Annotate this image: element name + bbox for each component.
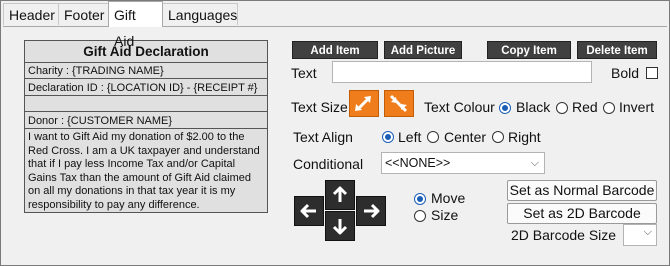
window: Header Footer Gift Aid Languages Gift Ai… — [0, 0, 670, 266]
mode-move-label[interactable]: Move — [431, 190, 465, 206]
preview-title[interactable]: Gift Aid Declaration — [25, 41, 267, 63]
colour-red-radio[interactable] — [556, 102, 568, 114]
preview-blank-line[interactable] — [25, 97, 267, 112]
mode-move-radio[interactable] — [414, 193, 426, 205]
decrease-text-size-button[interactable] — [384, 90, 414, 117]
colour-black-radio[interactable] — [499, 102, 511, 114]
bold-checkbox[interactable] — [646, 67, 658, 79]
mode-size-radio[interactable] — [414, 210, 426, 222]
conditional-select-value: <<NONE>> — [385, 156, 451, 170]
preview-declaration-line[interactable]: Declaration ID : {LOCATION ID} - {RECEIP… — [25, 80, 267, 96]
gift-aid-panel: Gift Aid Declaration Charity : {TRADING … — [3, 26, 667, 264]
arrow-down-icon — [332, 219, 348, 235]
tab-bar: Header Footer Gift Aid Languages — [1, 1, 669, 49]
preview-donor-line[interactable]: Donor : {CUSTOMER NAME} — [25, 113, 267, 129]
text-colour-label: Text Colour — [424, 99, 495, 115]
colour-red-label[interactable]: Red — [572, 99, 598, 115]
increase-size-icon — [355, 96, 371, 111]
align-right-label[interactable]: Right — [508, 129, 541, 145]
arrow-left-icon — [300, 203, 316, 219]
tab-gift-aid[interactable]: Gift Aid — [108, 1, 163, 49]
colour-black-label[interactable]: Black — [516, 99, 550, 115]
align-right-radio[interactable] — [492, 131, 504, 143]
arrow-right-icon — [364, 203, 380, 219]
colour-invert-radio[interactable] — [603, 102, 615, 114]
align-center-label[interactable]: Center — [444, 129, 486, 145]
add-item-button[interactable]: Add Item — [292, 41, 378, 59]
increase-text-size-button[interactable] — [349, 90, 379, 117]
text-size-label: Text Size — [291, 99, 348, 115]
delete-item-button[interactable]: Delete Item — [577, 41, 657, 59]
set-normal-barcode-button[interactable]: Set as Normal Barcode — [507, 180, 657, 201]
barcode-size-label: 2D Barcode Size — [511, 227, 617, 243]
arrow-up-icon — [332, 186, 348, 202]
tab-footer[interactable]: Footer — [58, 3, 109, 25]
align-left-label[interactable]: Left — [398, 129, 421, 145]
move-left-button[interactable] — [294, 196, 324, 226]
chevron-down-icon: ⌵ — [643, 226, 652, 238]
move-right-button[interactable] — [356, 196, 386, 226]
align-center-radio[interactable] — [427, 131, 439, 143]
preview-charity-line[interactable]: Charity : {TRADING NAME} — [25, 63, 267, 79]
tab-languages[interactable]: Languages — [162, 3, 238, 25]
colour-invert-label[interactable]: Invert — [619, 99, 654, 115]
text-align-label: Text Align — [293, 129, 353, 145]
bold-label: Bold — [611, 65, 640, 81]
move-up-button[interactable] — [325, 180, 355, 210]
add-picture-button[interactable]: Add Picture — [384, 41, 462, 59]
chevron-down-icon: ⌵ — [530, 157, 539, 169]
conditional-label: Conditional — [293, 156, 364, 172]
move-down-button[interactable] — [325, 211, 355, 241]
align-left-radio[interactable] — [382, 131, 394, 143]
text-input[interactable] — [332, 61, 592, 83]
barcode-size-select[interactable]: ⌵ — [623, 224, 657, 246]
receipt-preview[interactable]: Gift Aid Declaration Charity : {TRADING … — [24, 40, 268, 213]
preview-message[interactable]: I want to Gift Aid my donation of $2.00 … — [25, 131, 267, 212]
conditional-select[interactable]: <<NONE>> ⌵ — [381, 152, 545, 174]
decrease-size-icon — [389, 94, 408, 113]
text-label: Text — [291, 65, 317, 81]
mode-size-label[interactable]: Size — [431, 207, 458, 223]
copy-item-button[interactable]: Copy Item — [487, 41, 571, 59]
set-2d-barcode-button[interactable]: Set as 2D Barcode — [507, 203, 657, 224]
tab-header[interactable]: Header — [3, 3, 59, 25]
